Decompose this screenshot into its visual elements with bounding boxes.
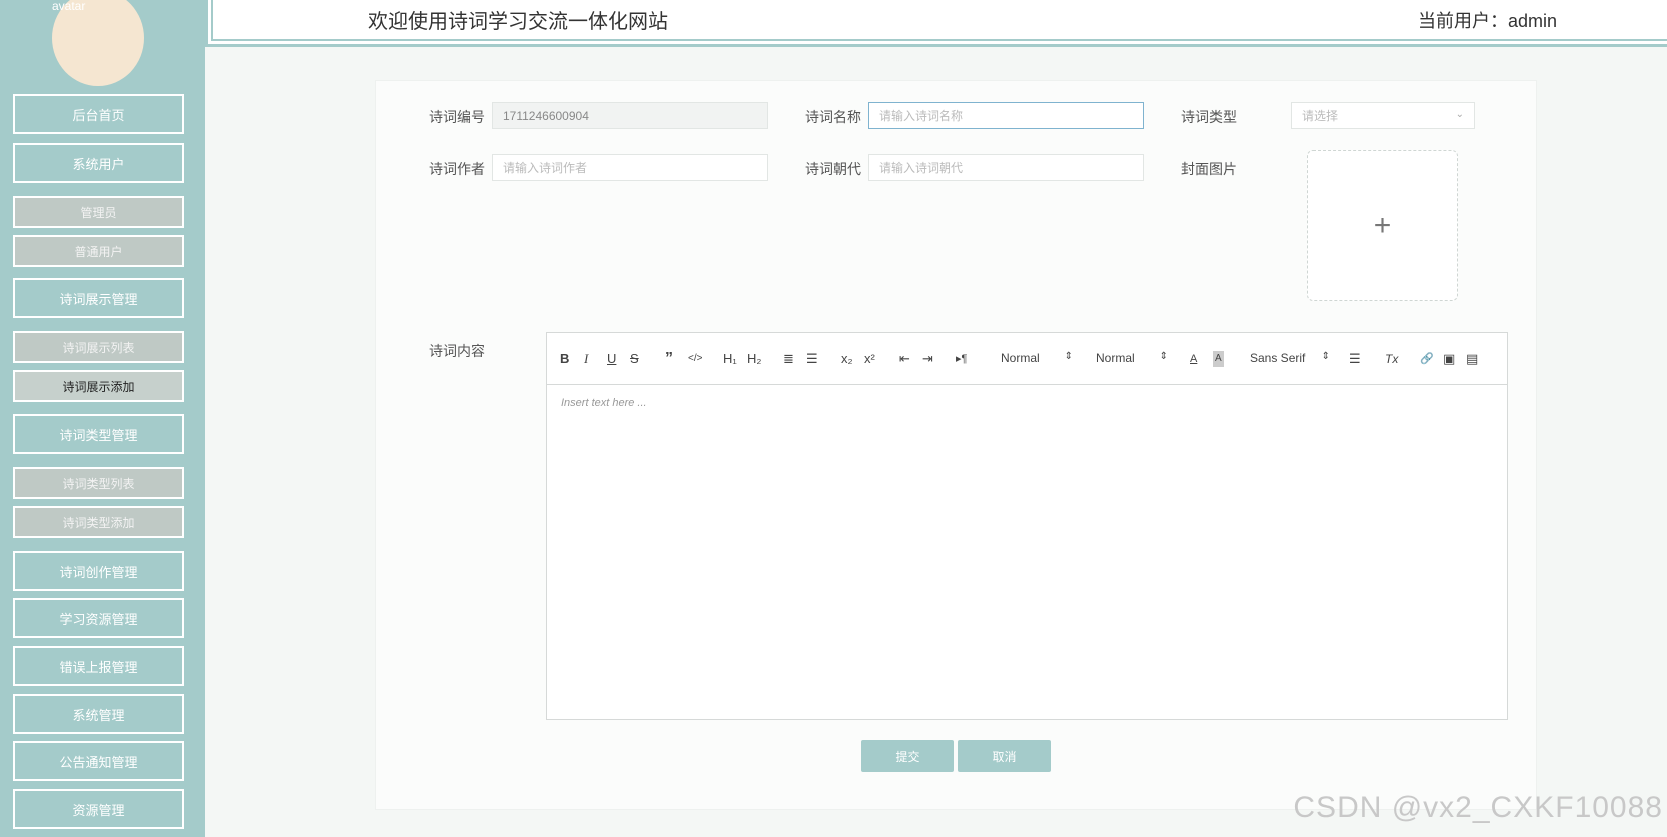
sidebar-item-dashboard[interactable]: 后台首页 <box>13 94 184 134</box>
select-arrows-icon: ⇕ <box>1321 351 1330 362</box>
sidebar-item-system-users[interactable]: 系统用户 <box>13 143 184 183</box>
poem-id-input: 1711246600904 <box>492 102 768 129</box>
sidebar-item-system-management[interactable]: 系统管理 <box>13 694 184 734</box>
poem-type-label: 诗词类型 <box>1181 109 1237 125</box>
cancel-button[interactable]: 取消 <box>958 740 1051 772</box>
size-select-value: Normal <box>1001 351 1040 365</box>
avatar-alt-text: avatar <box>52 0 86 13</box>
background-color-icon[interactable]: A <box>1213 351 1224 367</box>
site-title: 欢迎使用诗词学习交流一体化网站 <box>368 11 668 33</box>
outdent-icon[interactable]: ⇤ <box>899 351 910 367</box>
sidebar-item-poem-type-list[interactable]: 诗词类型列表 <box>13 467 184 499</box>
code-icon[interactable]: </> <box>688 351 702 367</box>
superscript-icon[interactable]: x² <box>864 351 875 367</box>
poem-type-select[interactable]: 请选择 ⌄ <box>1291 102 1475 129</box>
current-user: 当前用户：admin <box>1418 7 1557 33</box>
poem-author-input[interactable]: 请输入诗词作者 <box>492 154 768 181</box>
sidebar-item-announcement-management[interactable]: 公告通知管理 <box>13 741 184 781</box>
sidebar-item-poem-creation-management[interactable]: 诗词创作管理 <box>13 551 184 591</box>
font-color-icon[interactable]: A <box>1190 351 1197 367</box>
cover-image-label: 封面图片 <box>1181 161 1237 177</box>
bullet-list-icon[interactable]: ☰ <box>806 351 818 367</box>
editor-toolbar: B I U S ” </> H₁ H₂ ≣ ☰ x₂ x² ⇤ ⇥ ▸¶ Nor… <box>547 333 1507 385</box>
align-icon[interactable]: ☰ <box>1349 351 1361 367</box>
italic-icon[interactable]: I <box>584 351 588 367</box>
poem-content-label: 诗词内容 <box>429 343 485 359</box>
image-icon[interactable]: ▣ <box>1443 351 1455 367</box>
poem-type-placeholder: 请选择 <box>1302 109 1339 123</box>
submit-button[interactable]: 提交 <box>861 740 954 772</box>
clean-format-icon[interactable]: Tx <box>1385 351 1398 367</box>
poem-dynasty-placeholder: 请输入诗词朝代 <box>879 161 964 175</box>
select-arrows-icon: ⇕ <box>1159 351 1168 362</box>
sidebar-item-resource-management[interactable]: 资源管理 <box>13 789 184 829</box>
subscript-icon[interactable]: x₂ <box>841 351 853 367</box>
cover-image-uploader[interactable]: + <box>1307 150 1458 301</box>
poem-dynasty-input[interactable]: 请输入诗词朝代 <box>868 154 1144 181</box>
chevron-down-icon: ⌄ <box>1455 109 1464 120</box>
sidebar-item-poem-display-list[interactable]: 诗词展示列表 <box>13 331 184 363</box>
sidebar-item-poem-display-add[interactable]: 诗词展示添加 <box>13 370 184 402</box>
video-icon[interactable]: ▤ <box>1466 351 1478 367</box>
header-select-value: Normal <box>1096 351 1135 365</box>
underline-icon[interactable]: U <box>607 351 616 367</box>
header-2-icon[interactable]: H₂ <box>747 351 761 367</box>
text-direction-icon[interactable]: ▸¶ <box>956 351 967 367</box>
sidebar-item-regular-users[interactable]: 普通用户 <box>13 235 184 267</box>
poem-id-label: 诗词编号 <box>429 109 485 125</box>
bold-icon[interactable]: B <box>560 351 569 367</box>
header-frame: 欢迎使用诗词学习交流一体化网站 当前用户：admin <box>211 0 1667 41</box>
blockquote-icon[interactable]: ” <box>665 351 673 367</box>
poem-name-label: 诗词名称 <box>805 109 861 125</box>
font-select-value: Sans Serif <box>1250 351 1306 365</box>
poem-name-input[interactable]: 请输入诗词名称 <box>868 102 1144 129</box>
link-icon[interactable]: 🔗 <box>1420 351 1434 367</box>
poem-author-label: 诗词作者 <box>429 161 485 177</box>
plus-icon: + <box>1373 208 1392 242</box>
watermark: CSDN @vx2_CXKF10088 <box>1293 791 1663 824</box>
header-select[interactable]: Normal ⇕ <box>1096 351 1168 365</box>
strike-icon[interactable]: S <box>630 351 639 367</box>
sidebar-item-poem-type-management[interactable]: 诗词类型管理 <box>13 414 184 454</box>
poem-dynasty-label: 诗词朝代 <box>805 161 861 177</box>
size-select[interactable]: Normal ⇕ <box>1001 351 1073 365</box>
sidebar-item-error-report-management[interactable]: 错误上报管理 <box>13 646 184 686</box>
sidebar-item-poem-display-management[interactable]: 诗词展示管理 <box>13 278 184 318</box>
current-user-label: 当前用户： <box>1417 11 1508 31</box>
ordered-list-icon[interactable]: ≣ <box>783 351 794 367</box>
header-1-icon[interactable]: H₁ <box>723 351 737 367</box>
poem-author-placeholder: 请输入诗词作者 <box>503 161 588 175</box>
poem-name-placeholder: 请输入诗词名称 <box>879 109 964 123</box>
sidebar-item-learning-resource-management[interactable]: 学习资源管理 <box>13 598 184 638</box>
current-user-name[interactable]: admin <box>1508 11 1557 31</box>
sidebar-item-poem-type-add[interactable]: 诗词类型添加 <box>13 506 184 538</box>
sidebar-item-admins[interactable]: 管理员 <box>13 196 184 228</box>
top-header: 欢迎使用诗词学习交流一体化网站 当前用户：admin <box>205 0 1667 47</box>
rich-text-editor[interactable]: B I U S ” </> H₁ H₂ ≣ ☰ x₂ x² ⇤ ⇥ ▸¶ Nor… <box>546 332 1508 720</box>
sidebar: avatar 后台首页 系统用户 管理员 普通用户 诗词展示管理 诗词展示列表 … <box>0 0 205 837</box>
editor-placeholder: Insert text here ... <box>561 397 647 409</box>
select-arrows-icon: ⇕ <box>1064 351 1073 362</box>
indent-icon[interactable]: ⇥ <box>922 351 933 367</box>
font-select[interactable]: Sans Serif ⇕ <box>1250 351 1330 365</box>
